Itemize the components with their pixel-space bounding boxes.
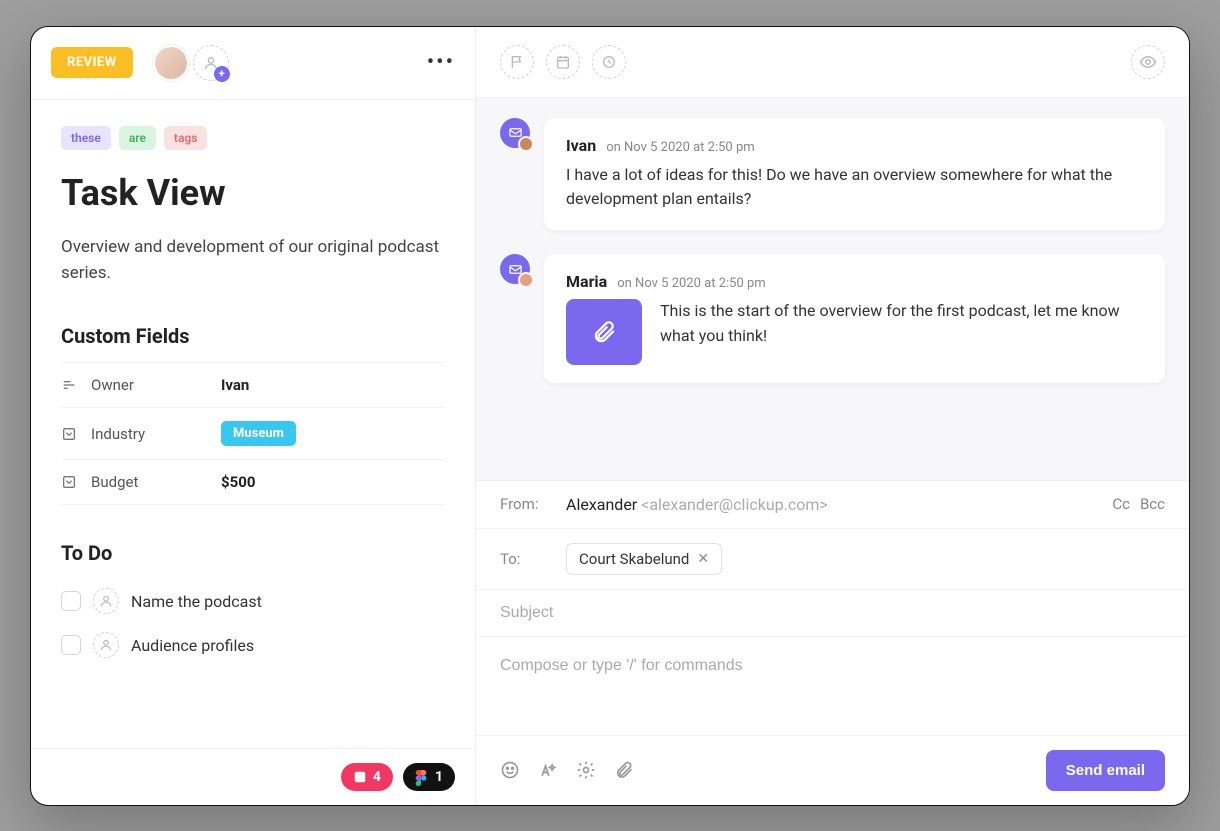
assign-todo-button[interactable] [93, 632, 119, 658]
todo-item[interactable]: Audience profiles [61, 623, 445, 667]
author-avatar [518, 136, 534, 152]
add-assignee-button[interactable]: + [193, 45, 229, 81]
tag[interactable]: these [61, 126, 111, 150]
badge-count: 1 [435, 769, 443, 785]
subject-row [476, 590, 1189, 637]
field-row-budget[interactable]: Budget $500 [61, 459, 445, 505]
settings-icon[interactable] [576, 760, 596, 780]
email-comment-icon [500, 118, 530, 148]
field-row-owner[interactable]: Owner Ivan [61, 362, 445, 407]
paperclip-icon [591, 319, 617, 345]
field-label: Owner [91, 376, 221, 394]
comment-author: Maria [566, 272, 607, 291]
body-row [476, 637, 1189, 736]
emoji-icon[interactable] [500, 760, 520, 780]
figma-badge[interactable]: 1 [403, 763, 455, 791]
field-label: Industry [91, 425, 221, 443]
comment: Maria on Nov 5 2020 at 2:50 pm This is t… [500, 254, 1165, 383]
comment-timestamp: on Nov 5 2020 at 2:50 pm [606, 140, 754, 155]
watchers-button[interactable] [1131, 45, 1165, 79]
comment-card[interactable]: Ivan on Nov 5 2020 at 2:50 pm I have a l… [544, 118, 1165, 231]
send-email-button[interactable]: Send email [1046, 750, 1165, 791]
time-tracking-button[interactable] [592, 45, 626, 79]
right-header [476, 27, 1189, 98]
author-avatar [518, 272, 534, 288]
field-value-pill: Museum [221, 421, 296, 446]
tag[interactable]: are [119, 126, 156, 150]
bcc-button[interactable]: Bcc [1140, 495, 1165, 513]
task-title[interactable]: Task View [61, 172, 445, 214]
attach-icon[interactable] [614, 760, 634, 780]
due-date-button[interactable] [546, 45, 580, 79]
comment-author: Ivan [566, 136, 596, 155]
todo-label: Name the podcast [131, 592, 262, 611]
composer-footer: Send email [476, 736, 1189, 805]
left-header: REVIEW + ••• [31, 27, 475, 100]
cc-button[interactable]: Cc [1112, 495, 1130, 513]
assignee-group: + [153, 45, 229, 81]
field-value: $500 [221, 473, 255, 491]
comment-thread: Ivan on Nov 5 2020 at 2:50 pm I have a l… [476, 98, 1189, 480]
comment-card[interactable]: Maria on Nov 5 2020 at 2:50 pm This is t… [544, 254, 1165, 383]
custom-fields-heading: Custom Fields [61, 324, 445, 348]
right-column: Ivan on Nov 5 2020 at 2:50 pm I have a l… [476, 27, 1189, 805]
recipient-chip[interactable]: Court Skabelund ✕ [566, 543, 722, 575]
comment-timestamp: on Nov 5 2020 at 2:50 pm [617, 276, 765, 291]
field-row-industry[interactable]: Industry Museum [61, 407, 445, 459]
comment-body: This is the start of the overview for th… [660, 299, 1143, 349]
left-footer: 4 1 [31, 748, 475, 805]
from-label: From: [500, 495, 550, 513]
owner-field-icon [61, 377, 77, 393]
to-label: To: [500, 550, 550, 568]
status-chip[interactable]: REVIEW [51, 47, 133, 78]
calendar-icon [555, 54, 571, 70]
figma-icon [415, 770, 429, 784]
assignee-avatar[interactable] [153, 45, 189, 81]
task-window: REVIEW + ••• these are tags Task View Ov… [30, 26, 1190, 806]
attachment-preview[interactable] [566, 299, 642, 365]
flag-icon [509, 54, 525, 70]
priority-flag-button[interactable] [500, 45, 534, 79]
body-input[interactable] [500, 657, 1165, 675]
tag[interactable]: tags [164, 126, 207, 150]
remove-recipient-icon[interactable]: ✕ [697, 551, 709, 567]
to-row: To: Court Skabelund ✕ [476, 529, 1189, 590]
checkbox[interactable] [61, 591, 81, 611]
custom-fields-list: Owner Ivan Industry Museum Budget $500 [61, 362, 445, 505]
invision-icon [353, 770, 367, 784]
todo-label: Audience profiles [131, 636, 254, 655]
eye-icon [1139, 53, 1157, 71]
clock-icon [601, 54, 617, 70]
invision-badge[interactable]: 4 [341, 763, 393, 791]
dropdown-field-icon [61, 474, 77, 490]
email-comment-icon [500, 254, 530, 284]
todo-list: Name the podcast Audience profiles [61, 579, 445, 667]
todo-item[interactable]: Name the podcast [61, 579, 445, 623]
todo-heading: To Do [61, 541, 445, 565]
badge-count: 4 [373, 769, 381, 785]
left-column: REVIEW + ••• these are tags Task View Ov… [31, 27, 476, 805]
checkbox[interactable] [61, 635, 81, 655]
comment-body: I have a lot of ideas for this! Do we ha… [566, 163, 1143, 213]
ai-assist-icon[interactable] [538, 760, 558, 780]
email-composer: From: Alexander <alexander@clickup.com> … [476, 480, 1189, 805]
field-label: Budget [91, 473, 221, 491]
plus-icon: + [214, 66, 230, 82]
from-name[interactable]: Alexander <alexander@clickup.com> [566, 495, 828, 514]
comment: Ivan on Nov 5 2020 at 2:50 pm I have a l… [500, 118, 1165, 231]
dropdown-field-icon [61, 426, 77, 442]
more-menu-button[interactable]: ••• [427, 50, 455, 75]
from-row: From: Alexander <alexander@clickup.com> … [476, 481, 1189, 529]
assign-todo-button[interactable] [93, 588, 119, 614]
left-body: these are tags Task View Overview and de… [31, 100, 475, 748]
tag-list: these are tags [61, 126, 445, 150]
task-description[interactable]: Overview and development of our original… [61, 234, 445, 287]
field-value: Ivan [221, 376, 249, 394]
subject-input[interactable] [500, 604, 1165, 622]
